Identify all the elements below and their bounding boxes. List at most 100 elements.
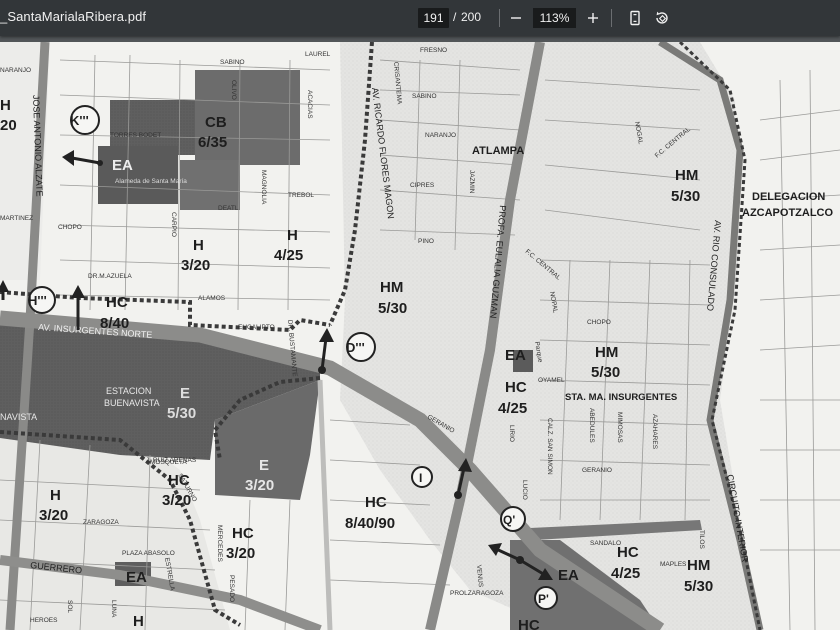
page-number-input[interactable] bbox=[418, 8, 449, 28]
toolbar-divider bbox=[611, 9, 612, 27]
street-jazmin: JAZMIN bbox=[468, 170, 475, 194]
marker-d: D''' bbox=[346, 332, 376, 362]
street-azahares: AZAHARES bbox=[651, 414, 658, 450]
place-estacion: ESTACION bbox=[106, 386, 151, 396]
zone-hm-center-ratio: 5/30 bbox=[378, 300, 407, 317]
street-plaza-abasolo: PLAZA ABASOLO bbox=[122, 550, 175, 557]
marker-q-label: Q' bbox=[503, 513, 515, 527]
zone-ea-alameda-note: Alameda de Santa María bbox=[115, 178, 187, 185]
street-sandalo: SANDALO bbox=[590, 540, 621, 547]
place-azcapotzalco: AZCAPOTZALCO bbox=[742, 207, 833, 219]
zone-hc320b-code: HC bbox=[232, 525, 254, 542]
street-prolzaragoza: PROLZARAGOZA bbox=[450, 590, 504, 597]
minus-icon bbox=[511, 17, 521, 19]
street-geranio-b: GERANIO bbox=[582, 467, 612, 474]
zone-ea-sw-code: EA bbox=[126, 569, 147, 586]
toolbar-divider bbox=[499, 9, 500, 27]
marker-d-label: D''' bbox=[346, 340, 365, 355]
rotate-button[interactable] bbox=[651, 6, 673, 30]
place-navista: NAVISTA bbox=[0, 412, 37, 422]
zone-hc425-center-code: HC bbox=[505, 379, 527, 396]
zone-hm-center-code: HM bbox=[380, 279, 403, 296]
zone-e320-ratio: 3/20 bbox=[245, 477, 274, 494]
street-cipres: CIPRES bbox=[410, 182, 435, 189]
street-abedules: ABEDULES bbox=[588, 408, 595, 443]
zone-hc425-se-ratio: 4/25 bbox=[611, 565, 640, 582]
zoning-map: CB 6/35 EA Alameda de Santa María H 20 H… bbox=[0, 42, 840, 630]
street-naranjo: NARANJO bbox=[425, 132, 456, 139]
place-buenavista: BUENAVISTA bbox=[104, 398, 160, 408]
marker-q: Q' bbox=[500, 506, 526, 532]
street-pesado: PESADO bbox=[228, 575, 235, 602]
zone-cb-code: CB bbox=[205, 114, 227, 131]
pdf-toolbar: _SantaMarialaRibera.pdf / 200 bbox=[0, 0, 840, 36]
street-eucalipto: EUCALIPTO bbox=[238, 324, 275, 331]
map-page[interactable]: CB 6/35 EA Alameda de Santa María H 20 H… bbox=[0, 42, 840, 630]
street-delicias: DEATL bbox=[218, 205, 239, 212]
place-delegacion: DELEGACION bbox=[752, 191, 825, 203]
zone-ea-alameda-code: EA bbox=[112, 157, 133, 174]
zone-hm-se-ratio: 5/30 bbox=[684, 578, 713, 595]
street-tilos: TILOS bbox=[698, 530, 705, 549]
street-heroes: HEROES bbox=[30, 617, 58, 624]
ea-alameda-block bbox=[98, 146, 178, 204]
zone-hm-east-ratio: 5/30 bbox=[591, 364, 620, 381]
zone-ea-parque-code: EA bbox=[505, 347, 526, 364]
zone-hc84090-ratio: 8/40/90 bbox=[345, 515, 395, 532]
zoom-level-input[interactable] bbox=[533, 8, 576, 28]
zoom-out-button[interactable] bbox=[505, 6, 527, 30]
marker-i: I bbox=[411, 466, 433, 488]
street-dr-azuela: DR.M.AZUELA bbox=[88, 273, 132, 280]
marker-h-label: H''' bbox=[28, 293, 47, 308]
street-olivo: OLIVO bbox=[230, 80, 237, 100]
street-alamos: ALAMOS bbox=[198, 295, 226, 302]
marker-h: H''' bbox=[28, 286, 56, 314]
street-mercedes: MERCEDES bbox=[216, 525, 223, 563]
document-title: _SantaMarialaRibera.pdf bbox=[0, 9, 147, 24]
zone-cb-ratio: 6/35 bbox=[198, 134, 227, 151]
zone-h425-code: H bbox=[287, 227, 298, 244]
zone-hc425-center-ratio: 4/25 bbox=[498, 400, 527, 417]
page-separator: / bbox=[453, 10, 457, 24]
zone-h425-ratio: 4/25 bbox=[274, 247, 303, 264]
zone-h-left-ratio: 20 bbox=[0, 117, 17, 134]
street-lirio: LIRIO bbox=[508, 425, 515, 442]
zone-e-estacion-ratio: 5/30 bbox=[167, 405, 196, 422]
street-oyamel: OYAMEL bbox=[538, 377, 565, 384]
zone-e320-code: E bbox=[259, 457, 269, 474]
street-zaragoza: ZARAGOZA bbox=[83, 519, 119, 526]
street-lucio: LUCIO bbox=[521, 480, 528, 500]
zone-hm-ne-ratio: 5/30 bbox=[671, 188, 700, 205]
zone-e-estacion-code: E bbox=[180, 385, 190, 402]
street-carpio: CARPIO bbox=[170, 212, 177, 237]
street-sol: SOL bbox=[66, 600, 73, 613]
street-sabino-b: SABINO bbox=[412, 93, 437, 100]
marker-k-label: K''' bbox=[70, 113, 89, 128]
zone-hm-se-code: HM bbox=[687, 557, 710, 574]
zone-h320b-code: H bbox=[50, 487, 61, 504]
street-torres-bodet: TORRES BODET bbox=[110, 132, 161, 139]
street-chopo: CHOPO bbox=[58, 224, 82, 231]
street-sabino: SABINO bbox=[220, 59, 245, 66]
street-maples: MAPLES bbox=[660, 561, 687, 568]
street-acacias: ACACIAS bbox=[306, 90, 313, 119]
zone-hm-ne-code: HM bbox=[675, 167, 698, 184]
place-atlampa: ATLAMPA bbox=[472, 145, 524, 157]
street-trebol: TREBOL bbox=[288, 192, 314, 199]
street-magnolia: MAGNOLIA bbox=[260, 170, 267, 205]
zone-h320b-ratio: 3/20 bbox=[39, 507, 68, 524]
zoom-in-button[interactable] bbox=[582, 6, 604, 30]
street-san-simon: CALZ. SAN SIMON bbox=[546, 418, 553, 475]
fit-page-button[interactable] bbox=[624, 6, 646, 30]
street-pino: PINO bbox=[418, 238, 434, 245]
cb-zone-block-3 bbox=[180, 160, 240, 210]
zone-ea-south-code: EA bbox=[558, 567, 579, 584]
zone-hc-bottom-code: HC bbox=[518, 617, 540, 630]
fit-page-icon bbox=[630, 10, 640, 26]
zone-h320a-ratio: 3/20 bbox=[181, 257, 210, 274]
marker-p-label: P' bbox=[538, 592, 549, 606]
street-laurel: LAUREL bbox=[305, 51, 331, 58]
total-pages: 200 bbox=[461, 10, 482, 24]
zone-h-bottom-code: H bbox=[133, 613, 144, 630]
zone-hc84090-code: HC bbox=[365, 494, 387, 511]
